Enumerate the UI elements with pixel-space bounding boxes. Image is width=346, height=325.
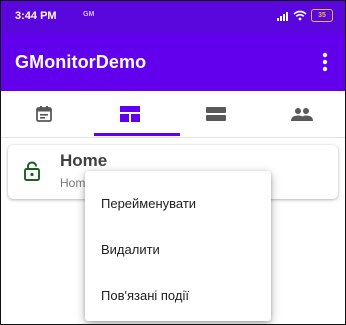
signal-icon	[277, 11, 288, 21]
status-time: 3:44 PM	[15, 10, 57, 22]
tab-people[interactable]	[259, 91, 345, 137]
more-options-button[interactable]	[315, 49, 335, 75]
menu-item-rename[interactable]: Перейменувати	[85, 181, 271, 227]
notification-indicator: GM	[83, 11, 95, 18]
battery-icon: 35	[311, 9, 333, 22]
dashboard-icon	[120, 106, 140, 122]
more-vert-icon	[322, 52, 328, 72]
list-icon	[206, 107, 226, 121]
lock-open-icon	[24, 161, 40, 181]
tab-bar	[1, 91, 345, 138]
app-title: GMonitorDemo	[15, 52, 147, 72]
app-bar: GMonitorDemo	[1, 33, 345, 91]
menu-item-delete[interactable]: Видалити	[85, 227, 271, 273]
tab-dashboard[interactable]	[87, 91, 173, 137]
card-subtitle: Hom	[60, 176, 86, 190]
tab-list[interactable]	[173, 91, 259, 137]
app-frame: 3:44 PM GM 35 GMonitorDemo Home Hom Пере…	[0, 0, 346, 325]
context-menu: Перейменувати Видалити Пов'язані події	[85, 171, 271, 321]
status-icons: 35	[277, 9, 333, 22]
menu-item-related-events[interactable]: Пов'язані події	[85, 273, 271, 319]
status-bar: 3:44 PM GM 35	[1, 1, 345, 33]
people-icon	[291, 108, 313, 121]
selected-tab-indicator	[94, 133, 180, 136]
card-title: Home	[60, 151, 108, 170]
calendar-icon	[36, 106, 52, 122]
wifi-icon	[293, 10, 307, 21]
tab-calendar[interactable]	[1, 91, 87, 137]
